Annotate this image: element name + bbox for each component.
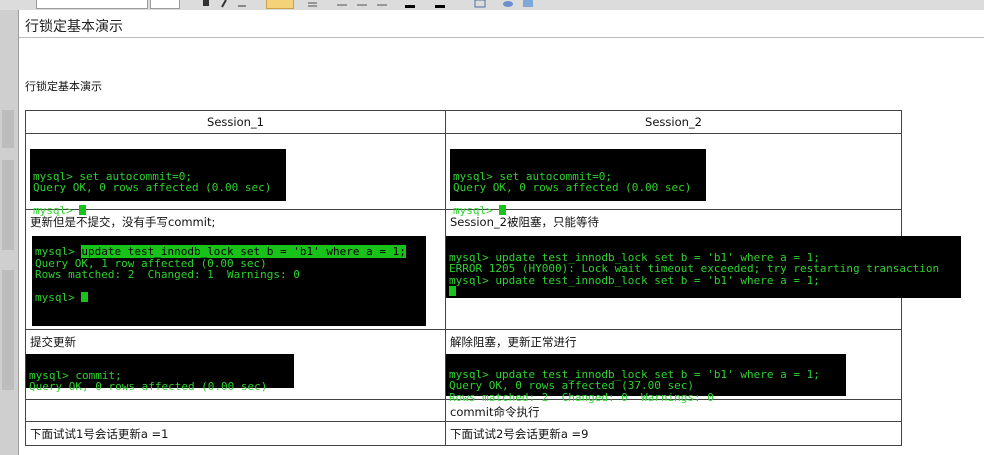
size-dropdown[interactable]	[150, 0, 180, 9]
terminal-block: mysql> set autocommit=0; Query OK, 0 row…	[30, 149, 286, 216]
terminal-line: mysql>	[453, 204, 500, 217]
align-right-icon[interactable]	[356, 0, 368, 8]
text-color-icon[interactable]	[404, 0, 416, 8]
terminal-line: Query OK, 0 rows affected (0.00 sec)	[29, 380, 268, 393]
align-left-icon[interactable]	[266, 0, 294, 9]
page-title: 行锁定基本演示	[19, 16, 984, 38]
cell-caption: 下面试试1号会话更新a =1	[30, 427, 169, 441]
cell-s2-row3: 解除阻塞，更新正常进行 mysql> update test_innodb_lo…	[445, 329, 902, 403]
terminal-line: Query OK, 0 rows affected (0.00 sec)	[453, 181, 692, 194]
justify-icon[interactable]	[376, 0, 388, 8]
table-row: mysql> set autocommit=0; Query OK, 0 row…	[25, 133, 902, 216]
terminal-line: Rows matched: 2 Changed: 0 Warnings: 0	[449, 390, 714, 404]
align-center-icon[interactable]	[336, 0, 348, 8]
link-icon[interactable]	[502, 0, 514, 8]
terminal-line: mysql>	[35, 291, 82, 304]
terminal-line: Rows matched: 2 Changed: 1 Warnings: 0	[35, 268, 300, 281]
document-page[interactable]: 行锁定基本演示 行锁定基本演示 Session_1 Session_2 mysq…	[18, 10, 984, 455]
table-icon[interactable]	[474, 0, 486, 8]
list-icon[interactable]	[306, 0, 318, 8]
cell-caption: Session_2被阻塞，只能等待	[450, 215, 599, 229]
cell-caption: 更新但是不提交，没有手写commit;	[30, 215, 216, 229]
ruler-segment	[2, 110, 14, 148]
header-session-1: Session_1	[25, 110, 446, 134]
ruler-segment	[2, 160, 14, 250]
terminal-block: mysql> update test_innodb_lock set b = '…	[446, 354, 846, 403]
cell-caption: 提交更新	[30, 335, 76, 349]
highlight-color-icon[interactable]	[434, 0, 446, 8]
header-session-2: Session_2	[445, 110, 902, 134]
cell-s1-row3: 提交更新 mysql> commit; Query OK, 0 rows aff…	[25, 329, 446, 400]
italic-icon[interactable]	[218, 0, 230, 8]
cell-s2-row5: 下面试试2号会话更新a =9	[445, 421, 902, 446]
table-row: 提交更新 mysql> commit; Query OK, 0 rows aff…	[25, 329, 902, 403]
cell-s1-row1: mysql> set autocommit=0; Query OK, 0 row…	[25, 133, 446, 216]
cell-s1-row2: 更新但是不提交，没有手写commit; mysql> update test_i…	[25, 209, 446, 330]
terminal-block: mysql> set autocommit=0; Query OK, 0 row…	[450, 149, 706, 216]
terminal-line: Query OK, 0 rows affected (0.00 sec)	[33, 181, 272, 194]
bold-icon[interactable]	[200, 0, 212, 8]
terminal-block: mysql> update test_innodb_lock set b = '…	[32, 236, 426, 326]
table-row: Session_1 Session_2	[25, 110, 902, 134]
cell-s2-row2: Session_2被阻塞，只能等待 mysql> update test_inn…	[445, 209, 961, 330]
table-row: 下面试试1号会话更新a =1 下面试试2号会话更新a =9	[25, 421, 902, 446]
left-margin	[0, 10, 18, 455]
terminal-block: mysql> commit; Query OK, 0 rows affected…	[26, 354, 294, 392]
document-subtitle: 行锁定基本演示	[25, 80, 102, 93]
font-dropdown[interactable]	[36, 0, 148, 9]
cell-s2-row1: mysql> set autocommit=0; Query OK, 0 row…	[445, 133, 902, 216]
image-icon[interactable]	[522, 0, 534, 8]
terminal-block: mysql> update test_innodb_lock set b = '…	[446, 236, 961, 298]
underline-icon[interactable]	[236, 0, 248, 8]
cell-caption	[26, 400, 445, 420]
cursor-icon	[449, 286, 456, 296]
session-table: Session_1 Session_2 mysql> set autocommi…	[25, 110, 961, 446]
cell-s1-row4	[25, 399, 446, 422]
cursor-icon	[79, 205, 87, 215]
terminal-line: mysql> update test_innodb_lock set b = '…	[449, 273, 820, 287]
table-row: 更新但是不提交，没有手写commit; mysql> update test_i…	[25, 209, 961, 330]
ruler-segment	[2, 270, 14, 390]
cell-caption: 解除阻塞，更新正常进行	[450, 335, 577, 349]
cell-s1-row5: 下面试试1号会话更新a =1	[25, 421, 446, 446]
cell-caption: 下面试试2号会话更新a =9	[450, 427, 589, 441]
terminal-line: mysql>	[33, 204, 80, 217]
cursor-icon	[499, 205, 507, 215]
cursor-icon	[81, 292, 89, 302]
